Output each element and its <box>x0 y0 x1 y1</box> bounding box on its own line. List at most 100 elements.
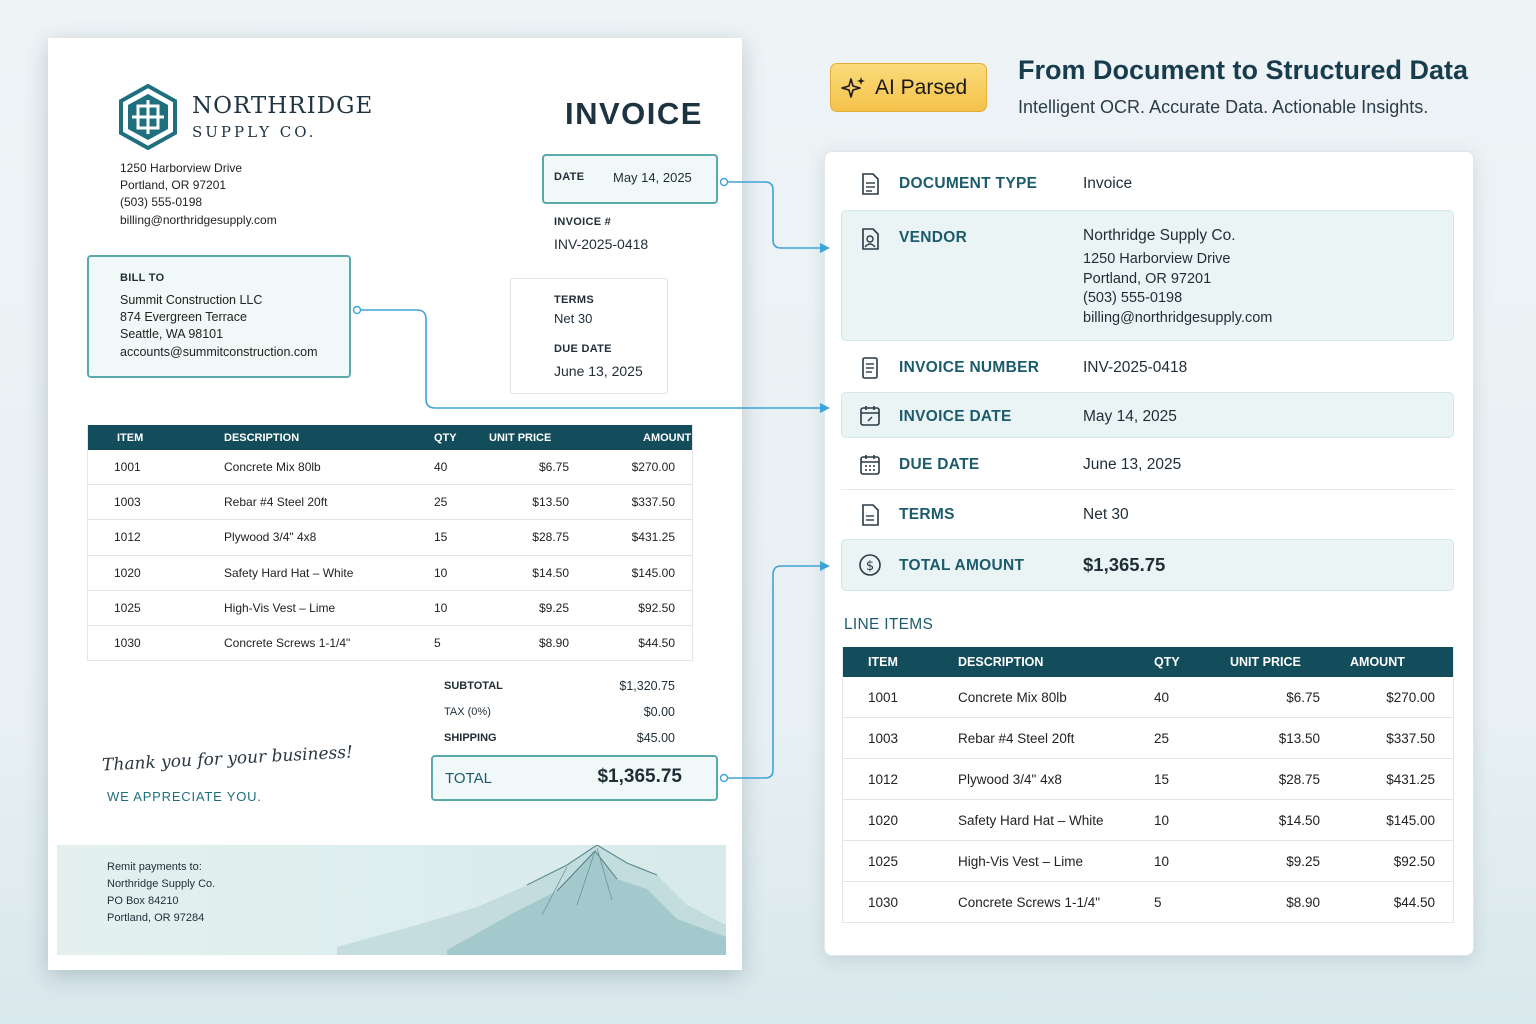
due-date-label: DUE DATE <box>554 343 612 355</box>
cell-unit-price: $14.50 <box>1230 799 1350 841</box>
terms-value: Net 30 <box>1083 506 1129 523</box>
date-label: DATE <box>554 171 585 183</box>
bill-to-details: Summit Construction LLC 874 Evergreen Te… <box>120 292 317 361</box>
tax-label: TAX (0%) <box>444 706 491 718</box>
cell-description: Concrete Mix 80lb <box>224 450 434 486</box>
thank-you-note: Thank you for your business! <box>101 742 354 776</box>
subheadline: Intelligent OCR. Accurate Data. Actionab… <box>1018 97 1429 117</box>
cell-qty: 10 <box>434 590 484 626</box>
terms-label: TERMS <box>899 506 955 523</box>
cell-description: High-Vis Vest – Lime <box>224 590 434 626</box>
cell-description: High-Vis Vest – Lime <box>958 840 1154 882</box>
cell-item: 1025 <box>87 590 224 626</box>
remit-heading: Remit payments to: <box>107 861 202 873</box>
column-header-description: DESCRIPTION <box>224 425 434 450</box>
cell-description: Safety Hard Hat – White <box>224 555 434 591</box>
total-value: $1,365.75 <box>597 766 682 787</box>
cell-unit-price: $8.90 <box>484 625 599 662</box>
cell-item: 1025 <box>842 840 958 882</box>
vendor-address-line: Portland, OR 97201 <box>120 178 227 193</box>
table-row: 1003 Rebar #4 Steel 20ft 25 $13.50 $337.… <box>842 717 1454 759</box>
cell-amount: $44.50 <box>599 625 693 662</box>
remit-company: Northridge Supply Co. <box>107 878 216 890</box>
cell-item: 1030 <box>87 625 224 662</box>
table-row: 1030 Concrete Screws 1-1/4" 5 $8.90 $44.… <box>842 881 1454 923</box>
cell-item: 1003 <box>87 484 224 521</box>
vendor-details: 1250 Harborview Drive Portland, OR 97201… <box>1083 250 1272 328</box>
cell-amount: $337.50 <box>599 484 693 521</box>
invoice-number-label: INVOICE # <box>554 216 612 228</box>
vendor-street: 1250 Harborview Drive <box>1083 251 1231 267</box>
cell-qty: 15 <box>1154 758 1230 800</box>
cell-description: Plywood 3/4" 4x8 <box>224 519 434 556</box>
cell-amount: $431.25 <box>599 519 693 556</box>
table-row: 1020 Safety Hard Hat – White 10 $14.50 $… <box>87 555 693 591</box>
cell-qty: 10 <box>1154 799 1230 841</box>
shipping-label: SHIPPING <box>444 732 497 744</box>
table-row: 1030 Concrete Screws 1-1/4" 5 $8.90 $44.… <box>87 625 693 662</box>
document-icon <box>862 173 879 195</box>
cell-item: 1020 <box>842 799 958 841</box>
divider <box>841 489 1454 490</box>
column-header-unit-price: UNIT PRICE <box>484 425 599 450</box>
cell-unit-price: $28.75 <box>1230 758 1350 800</box>
cell-unit-price: $13.50 <box>1230 717 1350 759</box>
invoice-date-label: INVOICE DATE <box>899 408 1012 425</box>
cell-amount: $44.50 <box>1350 881 1454 923</box>
table-row: 1001 Concrete Mix 80lb 40 $6.75 $270.00 <box>87 450 693 486</box>
vendor-label: VENDOR <box>899 229 968 246</box>
total-label: TOTAL <box>445 770 492 787</box>
invoice-number-icon <box>862 357 878 379</box>
bill-to-label: BILL TO <box>120 272 165 284</box>
vendor-phone: (503) 555-0198 <box>120 195 203 210</box>
cell-unit-price: $6.75 <box>1230 677 1350 718</box>
subtotal-value: $1,320.75 <box>619 679 675 693</box>
cell-description: Concrete Screws 1-1/4" <box>958 881 1154 923</box>
invoice-line-items-table: ITEM DESCRIPTION QTY UNIT PRICE AMOUNT 1… <box>87 425 693 662</box>
vendor-phone: (503) 555-0198 <box>1083 290 1183 307</box>
document-type-label: DOCUMENT TYPE <box>899 175 1038 192</box>
ai-parsed-badge: AI Parsed <box>830 63 987 112</box>
invoice-number-value: INV-2025-0418 <box>1083 359 1188 376</box>
bill-to-city: Seattle, WA 98101 <box>120 327 224 342</box>
vendor-email: billing@northridgesupply.com <box>120 212 277 227</box>
table-row: 1025 High-Vis Vest – Lime 10 $9.25 $92.5… <box>87 590 693 626</box>
cell-amount: $145.00 <box>599 555 693 591</box>
cell-unit-price: $6.75 <box>484 450 599 486</box>
shipping-value: $45.00 <box>636 731 675 745</box>
column-header-description: DESCRIPTION <box>958 647 1154 677</box>
terms-document-icon <box>862 504 879 526</box>
terms-value: Net 30 <box>554 311 593 326</box>
cell-item: 1012 <box>87 519 224 556</box>
column-header-unit-price: UNIT PRICE <box>1230 647 1350 677</box>
structured-data-card: DOCUMENT TYPE Invoice VENDOR Northridge … <box>824 151 1474 956</box>
headline: From Document to Structured Data <box>1018 55 1469 85</box>
cell-item: 1003 <box>842 717 958 759</box>
vendor-city: Portland, OR 97201 <box>1083 270 1212 287</box>
table-row: 1020 Safety Hard Hat – White 10 $14.50 $… <box>842 799 1454 841</box>
svg-text:$: $ <box>866 559 874 574</box>
document-type-value: Invoice <box>1083 175 1133 192</box>
remit-city: Portland, OR 97284 <box>107 912 205 924</box>
bill-to-email: accounts@summitconstruction.com <box>120 344 318 359</box>
vendor-logo-subname: SUPPLY CO. <box>192 123 317 141</box>
remit-details: Remit payments to: Northridge Supply Co.… <box>107 859 215 927</box>
dollar-icon: $ <box>859 554 881 576</box>
due-date-label: DUE DATE <box>899 456 980 473</box>
bill-to-street: 874 Evergreen Terrace <box>120 310 247 325</box>
cell-qty: 40 <box>1154 677 1230 718</box>
cell-description: Safety Hard Hat – White <box>958 799 1154 841</box>
calendar-icon <box>860 406 880 426</box>
cell-item: 1001 <box>87 450 224 486</box>
due-date-value: June 13, 2025 <box>1083 456 1182 473</box>
cell-amount: $92.50 <box>1350 840 1454 882</box>
cell-unit-price: $28.75 <box>484 519 599 556</box>
table-row: 1012 Plywood 3/4" 4x8 15 $28.75 $431.25 <box>842 758 1454 800</box>
due-date-value: June 13, 2025 <box>554 363 643 379</box>
table-header-row: ITEM DESCRIPTION QTY UNIT PRICE AMOUNT <box>87 425 693 450</box>
vendor-document-icon <box>862 228 879 250</box>
cell-unit-price: $13.50 <box>484 484 599 521</box>
cell-amount: $270.00 <box>1350 677 1454 718</box>
cell-amount: $431.25 <box>1350 758 1454 800</box>
table-row: 1012 Plywood 3/4" 4x8 15 $28.75 $431.25 <box>87 519 693 556</box>
